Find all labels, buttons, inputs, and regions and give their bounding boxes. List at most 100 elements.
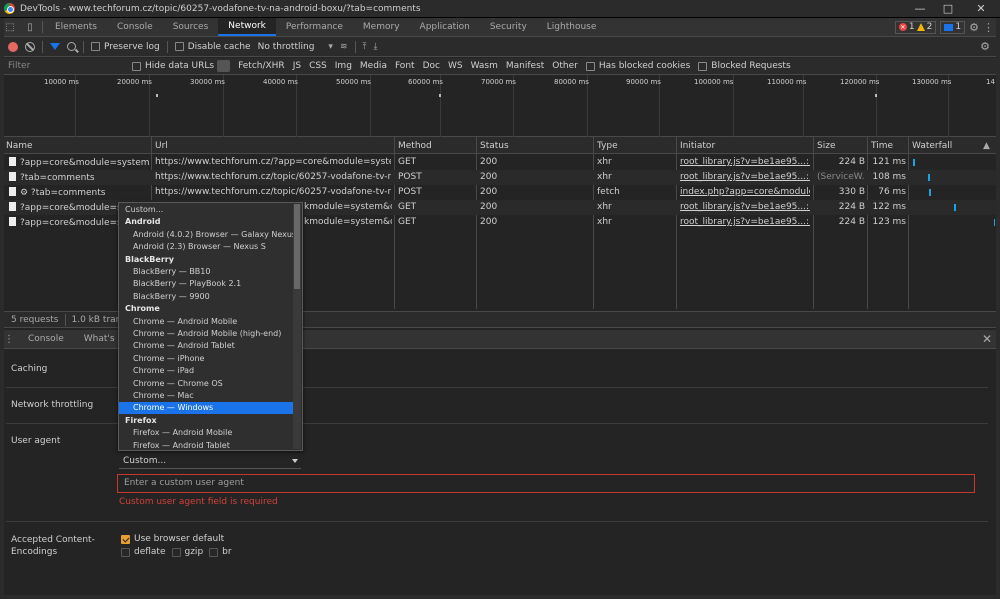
column-header-size[interactable]: Size	[817, 141, 835, 151]
dropdown-option[interactable]: Android (4.0.2) Browser — Galaxy Nexus	[119, 229, 296, 241]
document-icon	[9, 157, 16, 166]
dropdown-option[interactable]: Chrome — Chrome OS	[119, 378, 293, 390]
column-header-initiator[interactable]: Initiator	[680, 141, 715, 151]
network-settings-gear-icon[interactable]: ⚙	[980, 40, 990, 53]
initiator-link[interactable]: index.php?app=core&module=...	[680, 187, 810, 197]
import-har-icon[interactable]: ⤒	[363, 42, 367, 52]
filter-type-other[interactable]: Other	[552, 61, 578, 71]
table-row[interactable]: ?tab=comments https://www.techforum.cz/t…	[0, 170, 1000, 185]
has-blocked-cookies-checkbox[interactable]: Has blocked cookies	[585, 61, 690, 71]
tab-security[interactable]: Security	[480, 18, 537, 36]
dropdown-option[interactable]: Chrome — Android Mobile	[119, 316, 293, 328]
settings-gear-icon[interactable]: ⚙	[969, 21, 979, 34]
initiator-link[interactable]: root_library.js?v=be1ae95...:1	[680, 157, 810, 167]
initiator-link[interactable]: root_library.js?v=be1ae95...:1	[680, 202, 810, 212]
dropdown-option[interactable]: BlackBerry — 9900	[119, 291, 293, 303]
dropdown-option[interactable]: Chrome — Mac	[119, 390, 293, 402]
messages-badge[interactable]: 1	[940, 20, 966, 34]
filter-type-fetch-xhr[interactable]: Fetch/XHR	[238, 61, 285, 71]
column-header-name[interactable]: Name	[6, 141, 33, 151]
user-agent-error-message: Custom user agent field is required	[119, 497, 278, 507]
filter-type-manifest[interactable]: Manifest	[506, 61, 544, 71]
hide-data-urls-checkbox[interactable]: Hide data URLs	[132, 60, 231, 72]
filter-type-ws[interactable]: WS	[448, 61, 463, 71]
filter-type-media[interactable]: Media	[360, 61, 387, 71]
dropdown-option[interactable]: Chrome — Android Tablet	[119, 340, 293, 352]
column-header-url[interactable]: Url	[155, 141, 168, 151]
dropdown-option[interactable]: BlackBerry — PlayBook 2.1	[119, 278, 293, 290]
tab-sources[interactable]: Sources	[163, 18, 219, 36]
br-checkbox[interactable]	[209, 547, 219, 557]
filter-type-doc[interactable]: Doc	[423, 61, 440, 71]
initiator-link[interactable]: root_library.js?v=be1ae95...:1	[680, 217, 810, 227]
blocked-requests-checkbox[interactable]: Blocked Requests	[698, 61, 791, 71]
dropdown-option[interactable]: Chrome — Windows	[119, 402, 293, 415]
user-agent-select[interactable]: Custom...	[119, 454, 301, 469]
filter-type-css[interactable]: CSS	[309, 61, 327, 71]
maximize-button[interactable]: □	[934, 0, 962, 18]
tab-console[interactable]: Console	[107, 18, 163, 36]
initiator-link[interactable]: root_library.js?v=be1ae95...:1	[680, 172, 810, 182]
filter-type-img[interactable]: Img	[335, 61, 352, 71]
tab-elements[interactable]: Elements	[45, 18, 107, 36]
search-icon[interactable]	[67, 42, 76, 51]
record-icon[interactable]	[8, 41, 18, 52]
close-drawer-icon[interactable]: ✕	[982, 332, 992, 346]
drawer-tab-console[interactable]: Console	[18, 334, 74, 344]
column-header-waterfall[interactable]: Waterfall	[912, 141, 952, 151]
dropdown-option[interactable]: Android (2.3) Browser — Nexus S	[119, 241, 293, 253]
dropdown-scrollbar[interactable]	[293, 204, 301, 449]
network-conditions-icon[interactable]: ≋	[340, 42, 348, 52]
timeline-request-mark	[439, 94, 441, 97]
use-browser-default-checkbox[interactable]: Use browser default	[121, 534, 224, 544]
disable-cache-checkbox[interactable]: Disable cache	[174, 42, 251, 52]
filter-bar: Filter Hide data URLs Fetch/XHR JS CSS I…	[0, 58, 1000, 75]
filter-icon[interactable]	[50, 43, 60, 50]
filter-type-js[interactable]: JS	[293, 61, 301, 71]
tab-network[interactable]: Network	[218, 18, 276, 36]
tab-performance[interactable]: Performance	[276, 18, 353, 36]
table-row[interactable]: ?app=core&module=system&... https://www.…	[0, 155, 1000, 170]
sort-triangle-icon[interactable]: ▲	[983, 141, 990, 151]
dropdown-option[interactable]: Chrome — Android Mobile (high-end)	[119, 328, 293, 340]
all-chip-icon[interactable]	[217, 60, 231, 72]
more-options-icon[interactable]: ⋮	[983, 21, 994, 34]
device-toolbar-icon[interactable]: ▯	[20, 18, 40, 36]
column-header-method[interactable]: Method	[398, 141, 432, 151]
gzip-checkbox[interactable]	[171, 547, 181, 557]
waterfall-bar	[928, 174, 930, 181]
dropdown-option[interactable]: Chrome — iPad	[119, 365, 293, 377]
tab-memory[interactable]: Memory	[353, 18, 410, 36]
export-har-icon[interactable]: ⤓	[373, 42, 377, 52]
filter-type-font[interactable]: Font	[395, 61, 415, 71]
dropdown-option[interactable]: Firefox — Android Tablet	[119, 440, 293, 450]
user-agent-dropdown[interactable]: Custom... Android Android (4.0.2) Browser …	[118, 202, 303, 451]
column-header-time[interactable]: Time	[871, 141, 893, 151]
filter-type-wasm[interactable]: Wasm	[471, 61, 498, 71]
checkbox-icon	[132, 61, 141, 71]
minimize-button[interactable]: —	[906, 0, 934, 18]
clear-icon[interactable]	[25, 41, 35, 52]
timeline-tick-label: 10000 ms	[44, 78, 79, 86]
timeline-tick-label: 30000 ms	[190, 78, 225, 86]
close-window-button[interactable]: ✕	[962, 0, 1000, 18]
column-header-type[interactable]: Type	[597, 141, 618, 151]
tab-lighthouse[interactable]: Lighthouse	[537, 18, 607, 36]
dropdown-option[interactable]: Custom...	[119, 204, 293, 216]
column-header-status[interactable]: Status	[480, 141, 509, 151]
scrollbar-thumb[interactable]	[294, 204, 300, 289]
deflate-checkbox[interactable]	[121, 547, 130, 557]
dropdown-option[interactable]: Chrome — iPhone	[119, 353, 293, 365]
issues-badge[interactable]: ✕ 1 2	[894, 20, 937, 34]
network-overview-timeline[interactable]: 10000 ms 20000 ms 30000 ms 40000 ms 5000…	[0, 75, 1000, 137]
dropdown-option[interactable]: BlackBerry — BB10	[119, 266, 293, 278]
filter-input[interactable]: Filter	[0, 58, 124, 74]
dropdown-option[interactable]: Firefox — Android Mobile	[119, 427, 293, 439]
custom-user-agent-input[interactable]: Enter a custom user agent	[117, 474, 975, 493]
throttling-select[interactable]: No throttling ▾	[258, 42, 333, 52]
table-header: Name Url Method Status Type Initiator Si…	[0, 137, 1000, 154]
tab-application[interactable]: Application	[410, 18, 480, 36]
preserve-log-checkbox[interactable]: Preserve log	[91, 42, 160, 52]
table-row[interactable]: ⚙ ?tab=comments https://www.techforum.cz…	[0, 185, 1000, 200]
timeline-tick-label: 20000 ms	[117, 78, 152, 86]
